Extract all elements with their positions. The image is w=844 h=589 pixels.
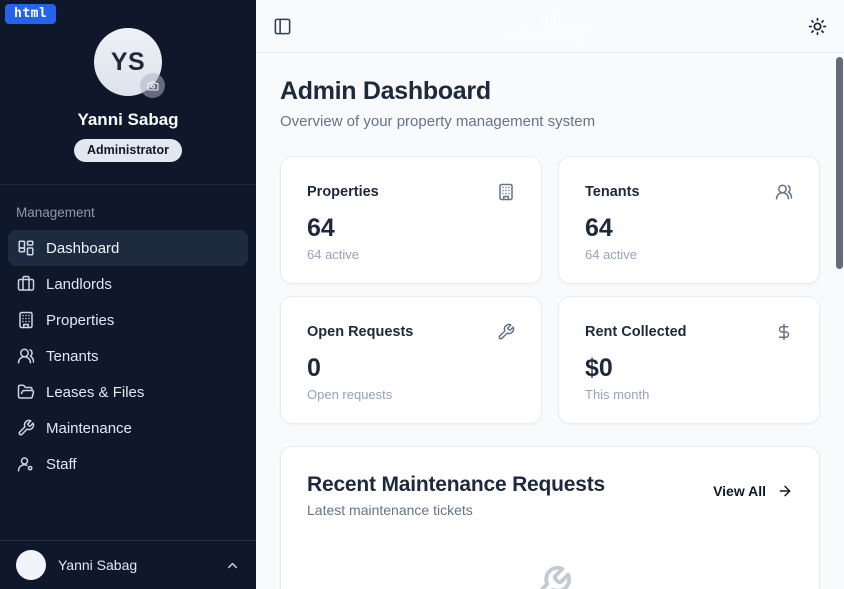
dollar-icon [775,323,793,341]
scrollbar-thumb[interactable] [836,57,843,269]
stat-card-tenants: Tenants 64 64 active [558,156,820,284]
sidebar-item-label: Leases & Files [46,384,144,401]
users-icon [17,347,35,365]
sidebar-item-dashboard[interactable]: Dashboard [8,230,248,266]
sidebar-nav: Management Dashboard Landlords Propertie… [0,185,256,540]
chevron-up-icon [225,558,240,573]
stats-grid: Properties 64 64 active Tenants [280,156,820,424]
recent-maintenance-card: Recent Maintenance Requests Latest maint… [280,446,820,589]
section-subtitle: Latest maintenance tickets [307,502,605,518]
stat-label: Tenants [585,184,640,200]
theme-toggle-button[interactable] [808,17,827,36]
stat-card-rent-collected: Rent Collected $0 This month [558,296,820,424]
stat-card-properties: Properties 64 64 active [280,156,542,284]
brand-name: ATID REALTY [507,26,593,38]
stat-value: 64 [585,214,793,243]
building-icon [497,183,515,201]
sidebar-item-label: Properties [46,312,114,329]
wrench-icon [497,323,515,341]
brand-skyline-icon [537,10,563,26]
wrench-icon [17,419,35,437]
stat-subtext: 64 active [585,247,793,262]
sidebar-item-label: Landlords [46,276,112,293]
page-subtitle: Overview of your property management sys… [280,113,820,130]
arrow-right-icon [777,483,793,499]
sidebar-item-label: Staff [46,456,77,473]
stat-value: $0 [585,354,793,383]
sidebar-item-leases-files[interactable]: Leases & Files [8,374,248,410]
section-title: Recent Maintenance Requests [307,473,605,497]
stat-subtext: 64 active [307,247,515,262]
empty-state [307,564,793,589]
wrench-empty-icon [527,564,573,589]
view-all-button[interactable]: View All [713,483,793,499]
sidebar-item-label: Dashboard [46,240,119,257]
dev-html-badge: html [5,4,56,24]
footer-avatar [16,550,46,580]
sidebar-item-staff[interactable]: Staff [8,446,248,482]
building-icon [17,311,35,329]
role-badge: Administrator [74,139,182,162]
topbar: ATID REALTY [256,0,844,53]
avatar-upload-button[interactable] [140,73,165,98]
profile-name: Yanni Sabag [77,110,178,130]
stat-value: 0 [307,354,515,383]
sidebar-user-menu[interactable]: Yanni Sabag [0,540,256,589]
sidebar-item-label: Tenants [46,348,99,365]
folder-open-icon [17,383,35,401]
nav-section-label: Management [8,199,248,230]
sidebar: html YS Yanni Sabag Administrator Manage… [0,0,256,589]
panel-left-icon [273,17,292,36]
sidebar-item-label: Maintenance [46,420,132,437]
profile-avatar: YS [94,28,162,96]
profile-section: YS Yanni Sabag Administrator [0,0,256,185]
stat-label: Rent Collected [585,324,687,340]
app-root: html YS Yanni Sabag Administrator Manage… [0,0,844,589]
stat-subtext: Open requests [307,387,515,402]
page-title: Admin Dashboard [280,77,820,106]
users-icon [775,183,793,201]
user-dot-icon [17,455,35,473]
stat-subtext: This month [585,387,793,402]
sidebar-item-tenants[interactable]: Tenants [8,338,248,374]
layout-dashboard-icon [17,239,35,257]
stat-value: 64 [307,214,515,243]
stat-label: Properties [307,184,379,200]
sidebar-item-landlords[interactable]: Landlords [8,266,248,302]
brand-logo: ATID REALTY [507,10,593,43]
briefcase-icon [17,275,35,293]
camera-icon [147,80,159,92]
sidebar-item-maintenance[interactable]: Maintenance [8,410,248,446]
sidebar-toggle-button[interactable] [273,17,292,36]
dashboard-content: Admin Dashboard Overview of your propert… [256,53,844,589]
stat-card-open-requests: Open Requests 0 Open requests [280,296,542,424]
sun-icon [808,17,827,36]
sidebar-item-properties[interactable]: Properties [8,302,248,338]
stat-label: Open Requests [307,324,413,340]
footer-user-name: Yanni Sabag [58,557,137,573]
main-area: ATID REALTY Admin Dashboard Overview of … [256,0,844,589]
brand-tagline [521,40,579,43]
